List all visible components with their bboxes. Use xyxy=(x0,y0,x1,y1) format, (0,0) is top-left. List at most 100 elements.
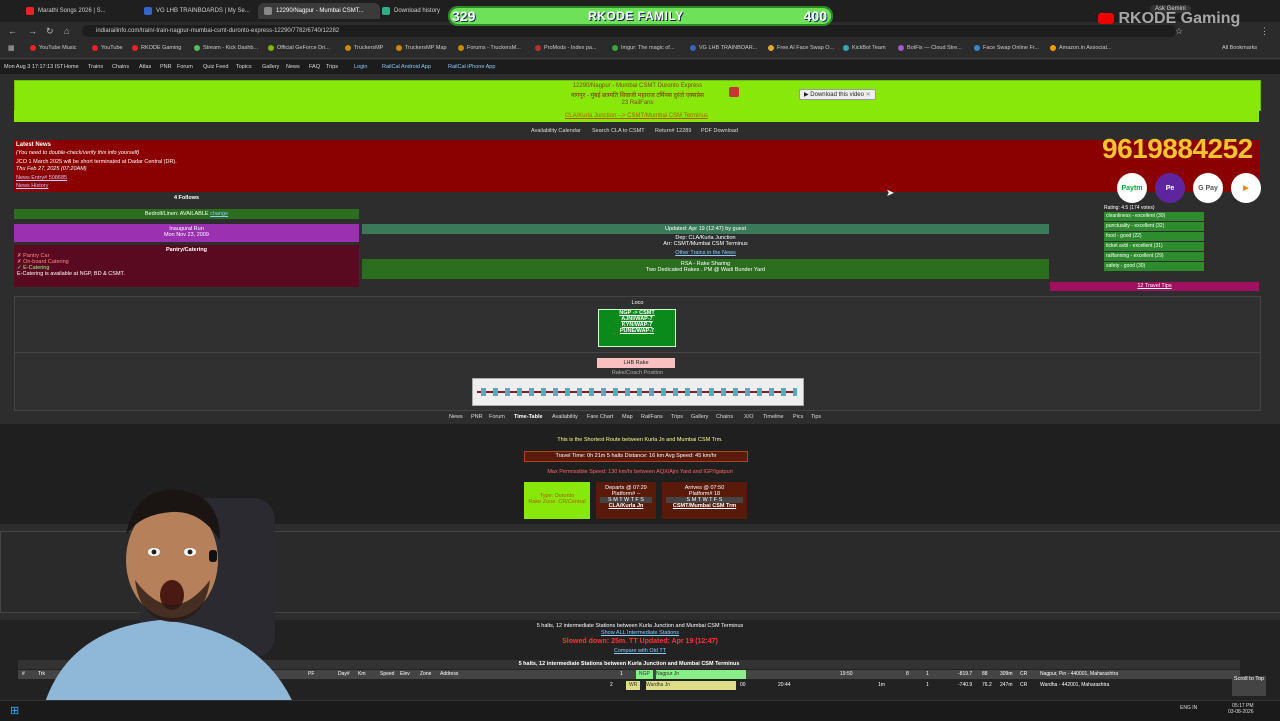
other-trains-link[interactable]: Other Trains in the News xyxy=(362,250,1049,256)
bookmark-icon xyxy=(974,45,980,51)
pdf-download-link[interactable]: PDF Download xyxy=(701,128,738,134)
news-entry-link[interactable]: News Entry# 508685 xyxy=(16,175,67,181)
browser-tab[interactable]: Download history xyxy=(376,3,458,19)
search-link[interactable]: Search CLA to CSMT xyxy=(592,128,645,134)
bookmark[interactable]: Stream - Kick Dashb... xyxy=(194,45,258,51)
tab-trips[interactable]: Trips xyxy=(671,414,683,420)
bookmark[interactable]: YouTube Music xyxy=(30,45,77,51)
tab-timeline[interactable]: Timeline xyxy=(763,414,784,420)
max-speed: Max Permissible Speed: 130 km/hr between… xyxy=(547,469,733,475)
return-train-link[interactable]: Return# 12289 xyxy=(655,128,691,134)
tab-tips[interactable]: Tips xyxy=(811,414,821,420)
nav-faq[interactable]: FAQ xyxy=(309,64,320,70)
bookmark[interactable]: Forums - TruckersM... xyxy=(458,45,521,51)
availability-calendar-link[interactable]: Availability Calendar xyxy=(531,128,581,134)
bookmark[interactable]: Amazon.in Associat... xyxy=(1050,45,1112,51)
browser-tab[interactable]: VG LHB TRAINBOARDS | My Se... xyxy=(138,3,260,19)
tab-pics[interactable]: Pics xyxy=(793,414,803,420)
nav-iphone-app[interactable]: RailCal iPhone App xyxy=(448,64,495,70)
bookmark[interactable]: Imgur: The magic of... xyxy=(612,45,674,51)
change-link[interactable]: change xyxy=(210,211,228,217)
table-row: 2 WR Wardha Jn 00 20:44 1m 1 -740.9 76.2… xyxy=(610,681,1110,690)
loco-box: Loco NGP -> CSMT AJNI/WAP-7 KYN/WAP-7 PU… xyxy=(14,296,1261,353)
mouse-cursor-icon: ➤ xyxy=(886,188,895,199)
windows-start-icon[interactable]: ⊞ xyxy=(10,704,19,717)
bookmark-icon xyxy=(843,45,849,51)
nav-trains[interactable]: Trains xyxy=(88,64,103,70)
stream-goal-banner: 329 RKODE FAMILY 400 xyxy=(448,6,833,26)
tab-forum[interactable]: Forum xyxy=(489,414,505,420)
bookmark[interactable]: YouTube xyxy=(92,45,123,51)
home-icon[interactable]: ⌂ xyxy=(64,26,69,36)
nav-pnr[interactable]: PNR xyxy=(160,64,172,70)
tab-timetable[interactable]: Time-Table xyxy=(514,414,543,420)
nav-quiz[interactable]: Quiz Feed xyxy=(203,64,228,70)
bookmark-icon xyxy=(30,45,36,51)
url-input[interactable]: indiarailinfo.com/train/-train-nagpur-mu… xyxy=(82,25,1176,37)
nav-chains[interactable]: Chains xyxy=(112,64,129,70)
tab-news[interactable]: News xyxy=(449,414,463,420)
travel-tips-link[interactable]: 12 Travel Tips xyxy=(1050,282,1259,291)
arrival-box: Arrives @ 07:50 Platform# 18 S M T W T F… xyxy=(662,482,747,519)
back-icon[interactable]: ← xyxy=(8,26,17,36)
latest-news-box: Latest News (You need to double-check/ve… xyxy=(14,140,1259,192)
nav-news[interactable]: News xyxy=(286,64,300,70)
route-link[interactable]: CLA/Kurla Junction --> CSMT/Mumbai CSM T… xyxy=(14,110,1259,119)
follows[interactable]: 4 Follows xyxy=(14,195,359,205)
tab-fare-chart[interactable]: Fare Chart xyxy=(587,414,613,420)
language-indicator: ENG IN xyxy=(1180,705,1198,711)
webcam-person xyxy=(40,489,300,720)
menu-icon[interactable]: ⋮ xyxy=(1260,26,1269,36)
shortest-route: This is the Shortest Route between Kurla… xyxy=(557,437,723,443)
scroll-to-top-button[interactable]: Scroll to Top xyxy=(1232,676,1266,696)
tab-gallery[interactable]: Gallery xyxy=(691,414,708,420)
news-history-link[interactable]: News History xyxy=(16,183,48,189)
tab-railfans[interactable]: RailFans xyxy=(641,414,663,420)
nav-topics[interactable]: Topics xyxy=(236,64,252,70)
nav-forum[interactable]: Forum xyxy=(177,64,193,70)
bookmark[interactable]: TruckersMP xyxy=(345,45,383,51)
tab-map[interactable]: Map xyxy=(622,414,633,420)
forward-icon[interactable]: → xyxy=(28,26,37,36)
nav-android-app[interactable]: RailCal Android App xyxy=(382,64,431,70)
tab-pnr[interactable]: PNR xyxy=(471,414,483,420)
nav-atlas[interactable]: Atlas xyxy=(139,64,151,70)
play-icon: ▶ xyxy=(1231,173,1261,203)
travel-summary: Travel Time: 0h 21m 5 halts Distance: 16… xyxy=(524,451,748,462)
goal-target: 400 xyxy=(803,8,827,24)
nav-login[interactable]: Login xyxy=(354,64,367,70)
bookmark[interactable]: Free AI Face Swap O... xyxy=(768,45,834,51)
bookmark[interactable]: Official GeForce Dri... xyxy=(268,45,330,51)
site-icon xyxy=(264,7,272,15)
bookmark[interactable]: KickBot Team xyxy=(843,45,886,51)
bookmark[interactable]: TruckersMP Map xyxy=(396,45,447,51)
download-video-button[interactable]: ▶ Download this video ✕ xyxy=(799,89,876,100)
nav-trips[interactable]: Trips xyxy=(326,64,338,70)
download-icon xyxy=(382,7,390,15)
apps-icon[interactable]: ▦ xyxy=(8,44,15,54)
browser-tab-active[interactable]: 12290/Nagpur - Mumbai CSMT... xyxy=(258,3,380,19)
bookmark[interactable]: Face Swap Online Fr... xyxy=(974,45,1039,51)
nav-gallery[interactable]: Gallery xyxy=(262,64,279,70)
bookmark[interactable]: BotFix — Cloud Stre... xyxy=(898,45,962,51)
close-icon[interactable]: ✕ xyxy=(866,92,871,98)
browser-tab[interactable]: Marathi Songs 2026 | S... xyxy=(20,3,142,19)
tab-availability[interactable]: Availability xyxy=(552,414,578,420)
departure-box: Departs @ 07:29 Platform# -- S M T W T F… xyxy=(596,482,656,519)
tab-chains[interactable]: Chains xyxy=(716,414,733,420)
railfans-count[interactable]: 23 RailFans xyxy=(15,100,1260,106)
rsa-box: RSA - Rake Sharing Two Dedicated Rakes . … xyxy=(362,259,1049,279)
bookmark[interactable]: ProMods - Index pa... xyxy=(535,45,597,51)
bookmark-icon xyxy=(396,45,402,51)
goal-current: 329 xyxy=(452,8,476,24)
bookmark[interactable]: VG LHB TRAINBOAR... xyxy=(690,45,757,51)
nav-home[interactable]: Home xyxy=(64,64,79,70)
system-clock: 05:17 PM 03-08-2026 xyxy=(1228,703,1254,715)
tab-xo[interactable]: X/O xyxy=(744,414,753,420)
bookmark[interactable]: RKODE Gaming xyxy=(132,45,181,51)
phonepe-icon: Pe xyxy=(1155,173,1185,203)
all-bookmarks[interactable]: All Bookmarks xyxy=(1222,45,1257,51)
reload-icon[interactable]: ↻ xyxy=(46,26,54,36)
train-title-hindi: नागपुर - मुंबई छत्रपति शिवाजी महाराज टर्… xyxy=(571,93,704,99)
flag-icon xyxy=(729,87,739,97)
